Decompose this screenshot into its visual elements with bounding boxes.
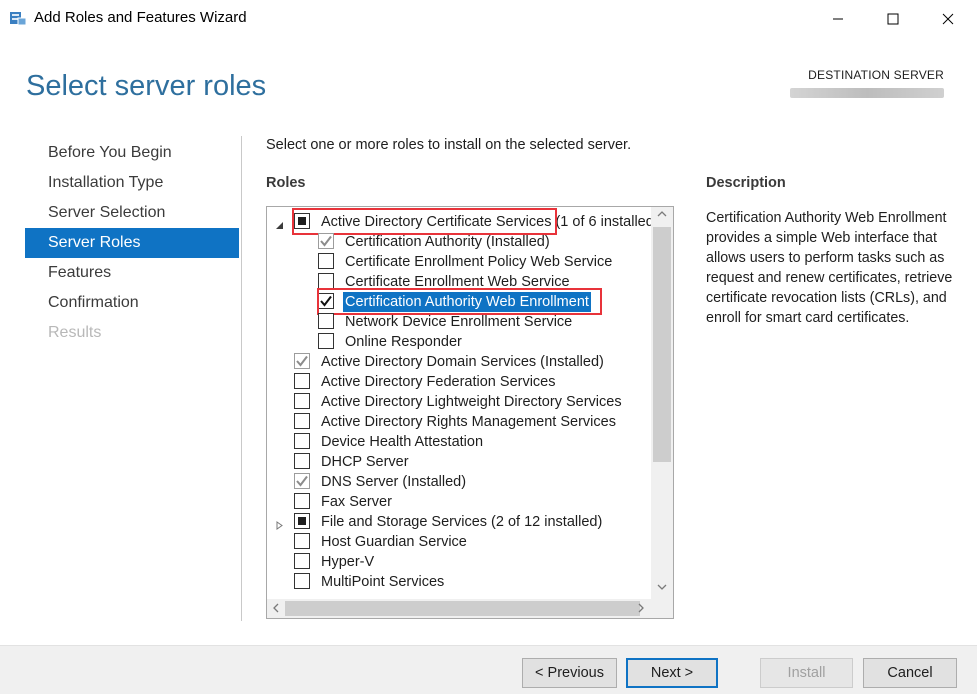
role-checkbox[interactable] (294, 513, 310, 529)
roles-tree[interactable]: Active Directory Certificate Services (1… (266, 206, 674, 619)
scroll-down-icon[interactable] (657, 583, 667, 594)
role-row[interactable]: Active Directory Certificate Services (1… (267, 208, 659, 235)
expanded-triangle-icon[interactable] (275, 217, 284, 229)
role-row[interactable]: DHCP Server (267, 452, 652, 472)
annotation-highlight-box (292, 208, 557, 235)
role-label[interactable]: Active Directory Rights Management Servi… (321, 412, 616, 432)
nav-item-features[interactable]: Features (25, 258, 239, 288)
role-row[interactable]: Active Directory Rights Management Servi… (267, 412, 652, 432)
nav-item-installation-type[interactable]: Installation Type (25, 168, 239, 198)
role-checkbox[interactable] (318, 253, 334, 269)
check-icon (295, 354, 309, 373)
vertical-scroll-thumb[interactable] (653, 227, 671, 462)
role-checkbox[interactable] (294, 553, 310, 569)
destination-server-label: DESTINATION SERVER (808, 68, 944, 82)
wizard-steps-nav: Before You Begin Installation Type Server … (25, 138, 239, 348)
role-checkbox[interactable] (318, 313, 334, 329)
role-label[interactable]: DNS Server (Installed) (321, 472, 466, 492)
role-checkbox (294, 473, 310, 489)
role-label[interactable]: Active Directory Domain Services (Instal… (321, 352, 604, 372)
minimize-button[interactable] (815, 0, 861, 37)
nav-item-results: Results (48, 324, 102, 341)
role-checkbox[interactable] (294, 393, 310, 409)
destination-server-name-redacted (790, 88, 944, 98)
maximize-button[interactable] (870, 0, 916, 37)
role-row[interactable]: Certification Authority (Installed) (267, 232, 652, 252)
close-button[interactable] (925, 0, 971, 37)
role-checkbox[interactable] (294, 413, 310, 429)
scroll-right-icon[interactable] (637, 603, 645, 616)
role-checkbox[interactable] (318, 333, 334, 349)
role-label[interactable]: Active Directory Federation Services (321, 372, 556, 392)
scroll-left-icon[interactable] (272, 603, 280, 616)
page-title: Select server roles (26, 70, 267, 102)
check-icon (295, 474, 309, 493)
next-button[interactable]: Next > (626, 658, 718, 688)
role-checkbox[interactable] (294, 533, 310, 549)
role-checkbox[interactable] (294, 573, 310, 589)
role-row[interactable]: DNS Server (Installed) (267, 472, 652, 492)
role-label[interactable]: Certificate Enrollment Policy Web Servic… (345, 252, 612, 272)
role-checkbox[interactable] (294, 373, 310, 389)
role-label[interactable]: Device Health Attestation (321, 432, 483, 452)
role-row[interactable]: Active Directory Lightweight Directory S… (267, 392, 652, 412)
role-checkbox[interactable] (294, 493, 310, 509)
role-label[interactable]: Certification Authority (Installed) (345, 232, 550, 252)
nav-item-before-you-begin[interactable]: Before You Begin (25, 138, 239, 168)
partial-check-icon (298, 517, 306, 525)
window-title: Add Roles and Features Wizard (34, 9, 247, 26)
role-row[interactable]: Active Directory Federation Services (267, 372, 652, 392)
description-heading: Description (706, 175, 786, 191)
nav-item-server-selection[interactable]: Server Selection (25, 198, 239, 228)
role-row[interactable]: File and Storage Services (2 of 12 insta… (267, 512, 652, 532)
role-label[interactable]: Host Guardian Service (321, 532, 467, 552)
role-row[interactable]: Certification Authority Web Enrollment (267, 288, 652, 315)
role-row[interactable]: Host Guardian Service (267, 532, 652, 552)
annotation-highlight-box (317, 288, 602, 315)
install-button[interactable]: Install (760, 658, 853, 688)
description-text: Certification Authority Web Enrollment p… (706, 210, 953, 326)
role-label[interactable]: Online Responder (345, 332, 462, 352)
role-checkbox[interactable] (294, 453, 310, 469)
previous-button[interactable]: < Previous (522, 658, 617, 688)
collapsed-triangle-icon[interactable] (275, 517, 284, 530)
role-label[interactable]: MultiPoint Services (321, 572, 444, 592)
nav-item-server-roles[interactable]: Server Roles (25, 228, 239, 258)
role-label[interactable]: Fax Server (321, 492, 392, 512)
horizontal-scroll-thumb[interactable] (285, 601, 640, 616)
scroll-up-icon[interactable] (657, 210, 667, 221)
horizontal-scrollbar[interactable] (267, 599, 673, 618)
role-row[interactable]: Certificate Enrollment Policy Web Servic… (267, 252, 652, 272)
role-label[interactable]: Hyper-V (321, 552, 374, 572)
role-label[interactable]: Active Directory Lightweight Directory S… (321, 392, 622, 412)
role-label[interactable]: DHCP Server (321, 452, 409, 472)
role-row[interactable]: Active Directory Domain Services (Instal… (267, 352, 652, 372)
role-row[interactable]: Network Device Enrollment Service (267, 312, 652, 332)
instruction-text: Select one or more roles to install on t… (266, 137, 632, 153)
role-label[interactable]: Network Device Enrollment Service (345, 312, 572, 332)
role-checkbox[interactable] (318, 273, 334, 289)
role-row[interactable]: Fax Server (267, 492, 652, 512)
role-row[interactable]: Device Health Attestation (267, 432, 652, 452)
role-label[interactable]: File and Storage Services (2 of 12 insta… (321, 512, 602, 532)
roles-heading: Roles (266, 175, 306, 191)
role-checkbox (318, 233, 334, 249)
cancel-button[interactable]: Cancel (863, 658, 957, 688)
role-checkbox[interactable] (294, 433, 310, 449)
role-row[interactable]: Hyper-V (267, 552, 652, 572)
nav-divider (241, 136, 242, 621)
server-manager-icon (9, 9, 27, 27)
title-bar: Add Roles and Features Wizard (0, 0, 977, 37)
nav-item-confirmation[interactable]: Confirmation (25, 288, 239, 318)
role-checkbox (294, 353, 310, 369)
vertical-scrollbar[interactable] (651, 207, 673, 599)
check-icon (319, 234, 333, 253)
role-row[interactable]: Online Responder (267, 332, 652, 352)
role-row[interactable]: MultiPoint Services (267, 572, 652, 592)
